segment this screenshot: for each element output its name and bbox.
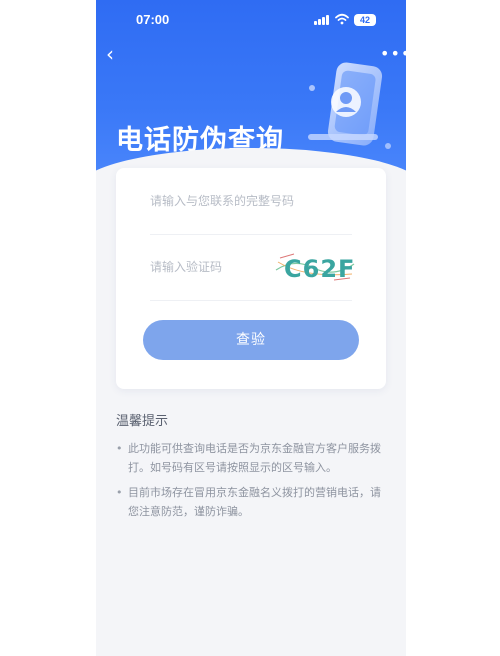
verification-code-input[interactable] (150, 234, 270, 300)
phone-input[interactable] (150, 168, 352, 234)
verify-button[interactable]: 查验 (143, 320, 359, 360)
tip-item: 目前市场存在冒用京东金融名义拨打的营销电话，请您注意防范，谨防诈骗。 (116, 483, 386, 521)
tips-section: 温馨提示 此功能可供查询电话是否为京东金融官方客户服务拨打。如号码有区号请按照显… (116, 410, 386, 527)
status-time: 07:00 (136, 12, 170, 27)
phone-field-row (150, 168, 352, 235)
signal-icon (314, 15, 330, 25)
wifi-icon (335, 13, 349, 25)
page-title: 电话防伪查询 (116, 125, 284, 156)
status-bar: 07:00 42 (96, 10, 406, 30)
query-card: C62F 查验 (116, 168, 386, 389)
captcha-image[interactable]: C62F (274, 250, 356, 284)
tip-item: 此功能可供查询电话是否为京东金融官方客户服务拨打。如号码有区号请按照显示的区号输… (116, 439, 386, 477)
hero-banner: 07:00 42 ‹ ••• 电话防伪查询 (96, 0, 406, 178)
code-field-row: C62F (150, 234, 354, 301)
app-screen: 07:00 42 ‹ ••• 电话防伪查询 (96, 0, 406, 656)
tips-title: 温馨提示 (116, 414, 169, 429)
phone-shield-illustration (308, 62, 391, 149)
battery-icon: 42 (354, 14, 376, 26)
chevron-left-icon[interactable]: ‹ (106, 44, 122, 64)
